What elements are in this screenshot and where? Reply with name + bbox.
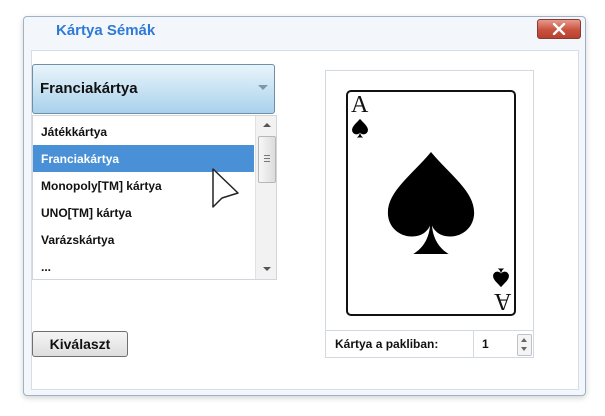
spade-icon	[352, 118, 368, 138]
select-button-label: Kiválaszt	[49, 336, 111, 352]
scheme-dropdown[interactable]: Franciakártya	[32, 64, 275, 114]
scroll-thumb[interactable]	[258, 136, 276, 183]
list-item-label: Varázskártya	[41, 233, 115, 247]
card-rank-bottom: A	[493, 288, 511, 314]
ace-of-spades-card: A A	[346, 90, 516, 316]
list-item-label: Játékkártya	[41, 125, 108, 139]
list-item[interactable]: Varázskártya	[33, 226, 254, 253]
scroll-down-arrow-icon[interactable]	[263, 267, 271, 271]
spade-icon	[387, 152, 475, 254]
spade-icon	[493, 268, 509, 288]
scheme-list[interactable]: Játékkártya Franciakártya Monopoly[TM] k…	[32, 115, 277, 280]
divider	[473, 331, 474, 357]
list-item-label: UNO[TM] kártya	[41, 206, 132, 220]
deck-count-stepper[interactable]	[517, 334, 532, 356]
card-preview-panel: A A	[325, 70, 534, 332]
deck-count-input[interactable]: 1	[482, 337, 489, 351]
deck-count-label: Kártya a pakliban:	[335, 337, 439, 351]
select-button[interactable]: Kiválaszt	[32, 331, 128, 357]
list-item-label: Franciakártya	[41, 152, 120, 166]
grip-line	[264, 155, 270, 156]
vertical-scrollbar[interactable]	[255, 116, 276, 279]
close-button[interactable]	[537, 19, 581, 39]
decrement-arrow-icon[interactable]	[521, 347, 527, 351]
grip-line	[264, 161, 270, 162]
dropdown-selected-value: Franciakártya	[40, 80, 138, 97]
increment-arrow-icon[interactable]	[521, 338, 527, 342]
deck-count-bar: Kártya a pakliban: 1	[325, 330, 534, 358]
title-bar[interactable]: Kártya Sémák	[24, 17, 585, 45]
list-item-label: Monopoly[TM] kártya	[41, 179, 162, 193]
close-icon	[552, 23, 566, 35]
chevron-down-icon	[258, 85, 268, 90]
scroll-up-arrow-icon[interactable]	[263, 123, 271, 127]
list-item-label: ...	[41, 260, 52, 274]
grip-line	[264, 158, 270, 159]
list-item[interactable]: ...	[33, 253, 254, 279]
mouse-pointer-icon	[212, 168, 239, 208]
list-item[interactable]: Játékkártya	[33, 118, 254, 145]
card-rank-top: A	[351, 92, 369, 118]
window-title: Kártya Sémák	[56, 22, 156, 39]
